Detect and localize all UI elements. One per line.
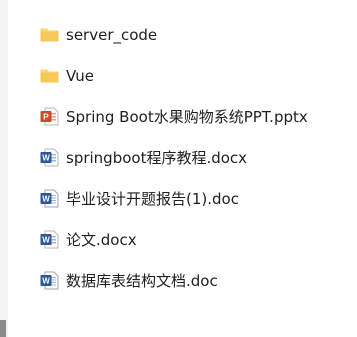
word-doc-icon: W: [40, 189, 59, 208]
folder-icon: [40, 28, 59, 42]
word-doc-icon: W: [40, 271, 59, 290]
svg-text:P: P: [43, 112, 49, 122]
file-item-proposal-doc[interactable]: W 毕业设计开题报告(1).doc: [39, 178, 357, 219]
file-item-vue[interactable]: Vue: [39, 55, 357, 96]
file-name: server_code: [66, 25, 158, 44]
file-name: Spring Boot水果购物系统PPT.pptx: [66, 108, 308, 126]
file-name: Vue: [66, 66, 94, 85]
file-item-pptx[interactable]: P Spring Boot水果购物系统PPT.pptx: [39, 96, 357, 137]
file-list: server_code Vue P Spring Boot水果购物系统PPT.p…: [39, 14, 357, 301]
svg-text:W: W: [42, 154, 50, 163]
file-name: 数据库表结构文档.doc: [66, 272, 218, 290]
file-name: 毕业设计开题报告(1).doc: [66, 190, 239, 208]
svg-text:W: W: [42, 195, 50, 204]
powerpoint-icon: P: [40, 107, 59, 126]
svg-text:W: W: [42, 236, 50, 245]
file-item-springboot-docx[interactable]: W springboot程序教程.docx: [39, 137, 357, 178]
word-icon: W: [40, 230, 59, 249]
folder-icon: [40, 69, 59, 83]
word-icon: W: [40, 148, 59, 167]
file-item-thesis-docx[interactable]: W 论文.docx: [39, 219, 357, 260]
svg-text:W: W: [42, 277, 50, 286]
file-item-db-schema-doc[interactable]: W 数据库表结构文档.doc: [39, 260, 357, 301]
navigation-pane-edge: [0, 0, 8, 337]
file-name: 论文.docx: [66, 231, 137, 249]
file-item-server-code[interactable]: server_code: [39, 14, 357, 55]
file-name: springboot程序教程.docx: [66, 149, 248, 167]
scrollbar-thumb[interactable]: [0, 320, 6, 337]
